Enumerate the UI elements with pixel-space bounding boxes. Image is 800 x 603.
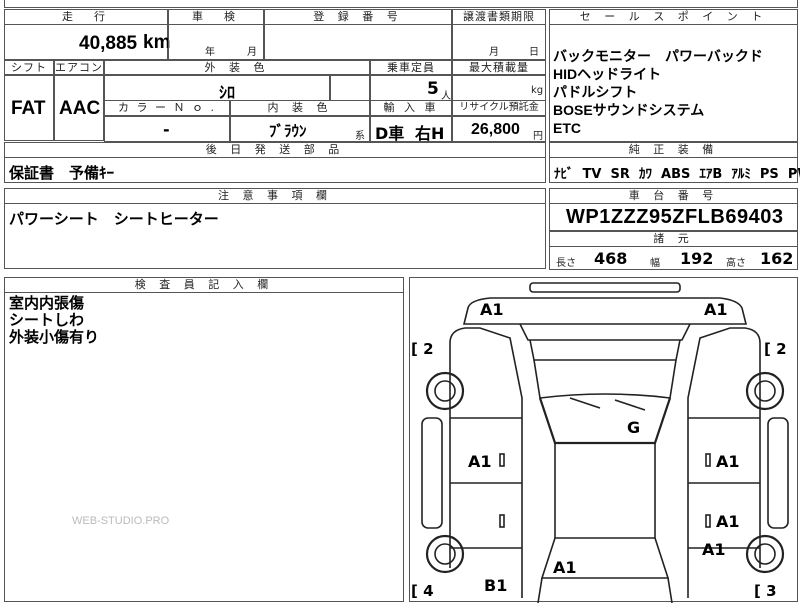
recycle-fee-value: 26,800 (471, 121, 520, 138)
inspector-note: 室内内張傷 (9, 294, 85, 312)
aircon-cell: AAC (54, 75, 104, 141)
shift-value: FAT (11, 98, 46, 119)
header-registration: 登 録 番 号 (264, 9, 452, 25)
import-steering: 右H (415, 124, 445, 143)
header-import: 輸 入 車 (370, 100, 452, 116)
car-diagram-box: A1 A1 [ 2 [ 2 G A1 A1 A1 A1 A1 B1 [ 4 [ … (409, 277, 798, 603)
transfer-deadline-cell: 月 日 (452, 24, 546, 60)
header-later-parts: 後 日 発 送 部 品 (4, 142, 546, 158)
shift-cell: FAT (4, 75, 54, 141)
later-parts-cell: 保証書 予備ｷｰ (4, 157, 546, 183)
mileage-cell: 40,885 km (4, 24, 171, 60)
length-label: 長さ (556, 258, 576, 269)
header-aircon: エアコン (54, 60, 104, 75)
genuine-equipment-value: ﾅﾋﾞ TV SR ｶﾜ ABS ｴｱB ｱﾙﾐ PS PW (554, 167, 800, 182)
watermark: WEB-STUDIO.PRO (72, 515, 170, 527)
color-no-cell: - (104, 116, 230, 142)
mark-roof: G (627, 418, 641, 437)
max-load-unit: kg (531, 85, 544, 96)
mark-front-right: A1 (704, 300, 728, 319)
mark-rear-fender-right: A1 (702, 540, 726, 559)
later-parts-value: 保証書 予備ｷｰ (9, 164, 115, 182)
max-load-cell: kg (452, 75, 546, 101)
recycle-fee-cell: 26,800 円 (452, 116, 546, 142)
sales-points-list: バックモニター パワーバックド HIDヘッドライト パドルシフト BOSEサウン… (553, 47, 763, 137)
capacity-value: 5 (427, 79, 439, 99)
sales-point-item: HIDヘッドライト (553, 66, 662, 82)
mark-rear-left: B1 (484, 576, 508, 595)
inspector-cell: 室内内張傷 シートしわ 外装小傷有り (4, 292, 404, 602)
header-mileage: 走 行 (4, 9, 168, 25)
mark-bracket-right-top: [ 2 (764, 340, 787, 358)
import-cell: D車 右H (370, 116, 452, 143)
mark-rear-door-right: A1 (716, 512, 740, 531)
mileage-unit: km (143, 32, 171, 53)
header-inspector: 検 査 員 記 入 欄 (4, 277, 404, 293)
recycle-fee-unit: 円 (533, 131, 543, 142)
header-dimensions: 諸 元 (549, 231, 798, 247)
color-no-value: - (163, 120, 170, 139)
capacity-cell: 5 人 (370, 75, 452, 102)
import-drive: D車 (375, 124, 405, 143)
chassis-number-value: WP1ZZZ95ZFLB69403 (566, 206, 784, 228)
interior-color-suffix: 系 (355, 131, 365, 142)
mark-bracket-right-bottom: [ 3 (754, 582, 777, 600)
sales-point-item: ETC (553, 120, 581, 136)
top-strip (4, 0, 798, 8)
genuine-equipment-cell: ﾅﾋﾞ TV SR ｶﾜ ABS ｴｱB ｱﾙﾐ PS PW (549, 157, 800, 183)
sales-point-item: BOSEサウンドシステム (553, 102, 705, 118)
exterior-color-cell: ｼﾛ (104, 75, 330, 102)
header-inspection: 車 検 (168, 9, 264, 25)
transfer-month-unit: 月 (489, 47, 499, 58)
mark-front-left: A1 (480, 300, 504, 319)
header-transfer-deadline: 譲渡書類期限 (452, 9, 546, 25)
header-sales-points: セ ー ル ス ポ イ ン ト (549, 9, 798, 25)
header-capacity: 乗車定員 (370, 60, 452, 75)
mark-rear-bumper: A1 (553, 558, 577, 577)
header-color-no: カ ラ ー Ｎ ｏ . (104, 100, 230, 116)
sales-point-item: バックモニター パワーバックド (553, 48, 763, 64)
notes-cell: パワーシート シートヒーター (4, 203, 546, 269)
notes-value: パワーシート シートヒーター (9, 210, 219, 228)
height-value: 162 (760, 249, 794, 268)
inspection-cell: 年 月 (168, 24, 264, 60)
height-label: 高さ (726, 258, 746, 269)
transfer-day-unit: 日 (529, 47, 539, 58)
header-chassis-number: 車 台 番 号 (549, 188, 798, 204)
inspection-year-unit: 年 (205, 47, 215, 58)
mark-bracket-left-top: [ 2 (411, 340, 434, 358)
interior-color-value: ﾌﾞﾗｳﾝ (269, 122, 307, 140)
length-value: 468 (594, 249, 628, 268)
aircon-value: AAC (59, 98, 101, 119)
dimensions-cell: 長さ 468 幅 192 高さ 162 (549, 246, 798, 270)
inspection-month-unit: 月 (247, 47, 257, 58)
car-diagram-icon (421, 282, 789, 603)
header-interior-color: 内 装 色 (230, 100, 370, 116)
inspector-note: 外装小傷有り (9, 328, 100, 346)
header-max-load: 最大積載量 (452, 60, 546, 75)
width-value: 192 (680, 249, 714, 268)
mileage-value: 40,885 (79, 33, 138, 54)
mark-front-door-left: A1 (468, 452, 492, 471)
mark-front-door-right: A1 (716, 452, 740, 471)
interior-color-cell: ﾌﾞﾗｳﾝ 系 (230, 116, 370, 142)
sales-point-item: パドルシフト (553, 84, 638, 100)
header-notes: 注 意 事 項 欄 (4, 188, 546, 204)
header-recycle-fee: リサイクル預託金 (452, 100, 546, 116)
chassis-number-cell: WP1ZZZ95ZFLB69403 (549, 203, 798, 231)
exterior-color-extra (330, 75, 370, 101)
header-exterior-color: 外 装 色 (104, 60, 370, 75)
header-shift: シフト (4, 60, 54, 75)
width-label: 幅 (650, 258, 660, 269)
inspector-note: シートしわ (9, 311, 85, 329)
mark-bracket-left-bottom: [ 4 (411, 582, 434, 600)
registration-cell (264, 24, 452, 60)
sales-points-box: バックモニター パワーバックド HIDヘッドライト パドルシフト BOSEサウン… (549, 24, 798, 142)
header-genuine-equipment: 純 正 装 備 (549, 142, 798, 158)
